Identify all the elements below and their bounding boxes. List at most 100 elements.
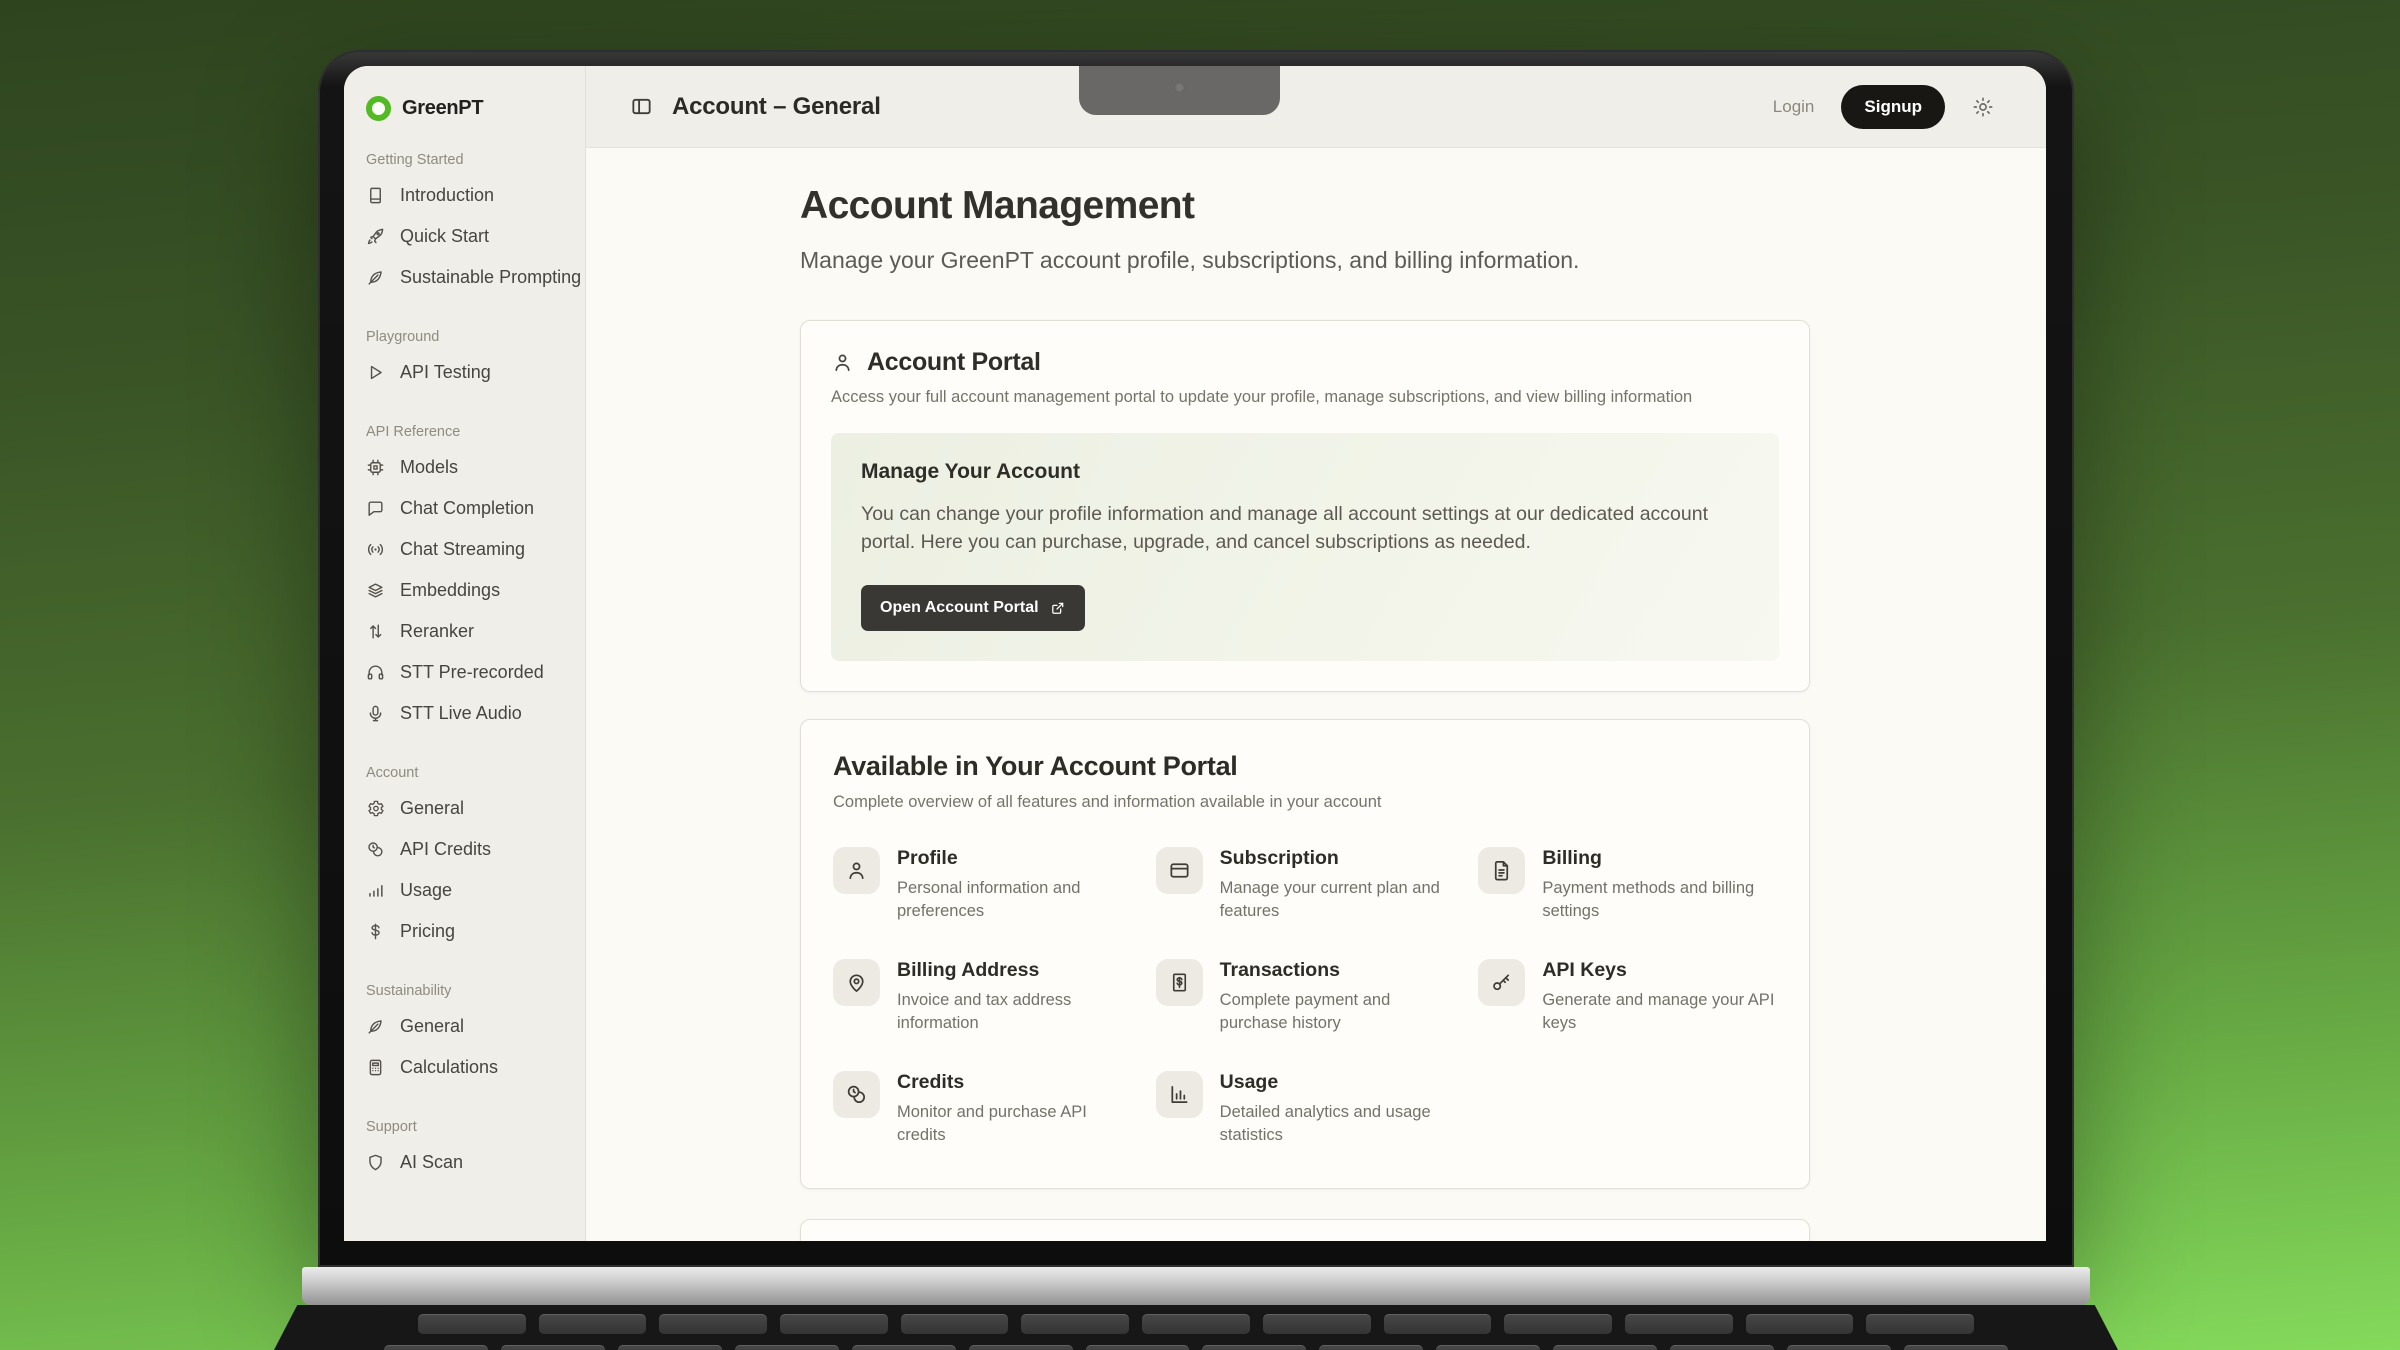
sidebar-item-usage[interactable]: Usage: [366, 870, 563, 911]
sort-arrows-icon: [366, 622, 385, 641]
subscription-management-card: Subscription Management: [800, 1219, 1810, 1241]
feature-title: Transactions: [1220, 959, 1455, 982]
map-pin-icon: [845, 971, 868, 994]
sidebar-item-label: Chat Streaming: [400, 539, 525, 560]
page-content: Account Management Manage your GreenPT a…: [800, 184, 1810, 1241]
sidebar-item-label: General: [400, 798, 464, 819]
feature-title: API Keys: [1542, 959, 1777, 982]
sidebar-item-label: Quick Start: [400, 226, 489, 247]
sidebar-item-pricing[interactable]: Pricing: [366, 911, 563, 952]
features-card: Available in Your Account Portal Complet…: [800, 719, 1810, 1189]
sidebar-toggle-icon[interactable]: [630, 95, 653, 118]
gear-icon: [366, 799, 385, 818]
broadcast-icon: [366, 540, 385, 559]
manage-account-body: You can change your profile information …: [861, 501, 1731, 556]
rocket-icon: [366, 227, 385, 246]
sidebar-item-label: STT Pre-recorded: [400, 662, 544, 683]
brand-name: GreenPT: [402, 97, 483, 120]
sidebar-section-sustainability: Sustainability: [366, 983, 563, 999]
sidebar-item-embeddings[interactable]: Embeddings: [366, 570, 563, 611]
sidebar-item-label: Embeddings: [400, 580, 500, 601]
receipt-dollar-icon: [1168, 971, 1191, 994]
feature-title: Billing: [1542, 847, 1777, 870]
feature-title: Profile: [897, 847, 1132, 870]
leaf-icon: [366, 268, 385, 287]
account-portal-description: Access your full account management port…: [831, 388, 1779, 407]
sidebar-section-account: Account: [366, 765, 563, 781]
chat-bubble-icon: [366, 499, 385, 518]
sidebar-item-calculations[interactable]: Calculations: [366, 1047, 563, 1088]
theme-toggle-sun-icon[interactable]: [1972, 96, 1994, 118]
sidebar-item-ai-scan[interactable]: AI Scan: [366, 1142, 563, 1183]
feature-description: Manage your current plan and features: [1220, 877, 1455, 922]
features-grid: Profile Personal information and prefere…: [833, 847, 1777, 1146]
sidebar-item-quick-start[interactable]: Quick Start: [366, 216, 563, 257]
bar-chart-icon: [366, 881, 385, 900]
sidebar-item-sustainability-general[interactable]: General: [366, 1006, 563, 1047]
sidebar-item-label: API Testing: [400, 362, 491, 383]
signup-button[interactable]: Signup: [1841, 85, 1945, 129]
sidebar-item-stt-live-audio[interactable]: STT Live Audio: [366, 693, 563, 734]
bar-chart-icon: [1168, 1083, 1191, 1106]
content-column: Account – General Login Signup Account M…: [586, 66, 2046, 1241]
feature-description: Personal information and preferences: [897, 877, 1132, 922]
laptop-deck: [302, 1267, 2090, 1305]
sidebar-section-api-reference: API Reference: [366, 424, 563, 440]
sidebar-item-label: General: [400, 1016, 464, 1037]
feature-item-billing-address: Billing Address Invoice and tax address …: [833, 959, 1132, 1034]
feature-description: Monitor and purchase API credits: [897, 1101, 1132, 1146]
camera-notch: [1079, 66, 1280, 115]
feature-title: Credits: [897, 1071, 1132, 1094]
account-portal-title: Account Portal: [867, 348, 1041, 377]
sidebar-item-label: Sustainable Prompting: [400, 267, 581, 288]
sidebar-item-introduction[interactable]: Introduction: [366, 175, 563, 216]
sidebar-item-chat-streaming[interactable]: Chat Streaming: [366, 529, 563, 570]
open-account-portal-button[interactable]: Open Account Portal: [861, 585, 1085, 631]
book-icon: [366, 186, 385, 205]
laptop-screen-frame: GreenPT Getting Started Introduction Qui…: [318, 50, 2074, 1267]
feature-item-subscription: Subscription Manage your current plan an…: [1156, 847, 1455, 922]
feature-description: Generate and manage your API keys: [1542, 989, 1777, 1034]
sidebar-item-reranker[interactable]: Reranker: [366, 611, 563, 652]
feature-description: Complete payment and purchase history: [1220, 989, 1455, 1034]
sidebar-item-label: STT Live Audio: [400, 703, 522, 724]
login-link[interactable]: Login: [1773, 97, 1815, 117]
coins-icon: [845, 1083, 868, 1106]
sidebar-item-label: Introduction: [400, 185, 494, 206]
sidebar-item-sustainable-prompting[interactable]: Sustainable Prompting: [366, 257, 563, 298]
manage-account-title: Manage Your Account: [861, 460, 1749, 484]
feature-title: Subscription: [1220, 847, 1455, 870]
brand-logo[interactable]: GreenPT: [366, 96, 563, 121]
camera-dot: [1174, 82, 1185, 93]
feature-description: Invoice and tax address information: [897, 989, 1132, 1034]
feature-item-credits: Credits Monitor and purchase API credits: [833, 1071, 1132, 1146]
account-portal-header: Account Portal: [831, 348, 1779, 377]
dollar-icon: [366, 922, 385, 941]
sidebar-item-api-testing[interactable]: API Testing: [366, 352, 563, 393]
main-scroll-area[interactable]: Account Management Manage your GreenPT a…: [586, 148, 2046, 1241]
sidebar-item-label: Usage: [400, 880, 452, 901]
feature-description: Payment methods and billing settings: [1542, 877, 1777, 922]
app-window: GreenPT Getting Started Introduction Qui…: [344, 66, 2046, 1241]
greenpt-logo-icon: [366, 96, 391, 121]
sidebar-item-api-credits[interactable]: API Credits: [366, 829, 563, 870]
breadcrumb-title: Account – General: [672, 93, 881, 121]
feature-item-usage: Usage Detailed analytics and usage stati…: [1156, 1071, 1455, 1146]
sidebar-section-support: Support: [366, 1119, 563, 1135]
manage-account-panel: Manage Your Account You can change your …: [831, 433, 1779, 661]
sidebar-item-label: Chat Completion: [400, 498, 534, 519]
sidebar-item-chat-completion[interactable]: Chat Completion: [366, 488, 563, 529]
sidebar-item-label: API Credits: [400, 839, 491, 860]
sidebar-item-stt-pre-recorded[interactable]: STT Pre-recorded: [366, 652, 563, 693]
sidebar-item-label: Reranker: [400, 621, 474, 642]
topbar-actions: Login Signup: [1773, 85, 1994, 129]
key-icon: [1490, 971, 1513, 994]
chip-icon: [366, 458, 385, 477]
sidebar-item-models[interactable]: Models: [366, 447, 563, 488]
feature-title: Usage: [1220, 1071, 1455, 1094]
page-subtitle: Manage your GreenPT account profile, sub…: [800, 247, 1810, 274]
laptop-mockup: GreenPT Getting Started Introduction Qui…: [318, 50, 2074, 1350]
feature-item-api-keys: API Keys Generate and manage your API ke…: [1478, 959, 1777, 1034]
sidebar-item-account-general[interactable]: General: [366, 788, 563, 829]
play-icon: [366, 363, 385, 382]
